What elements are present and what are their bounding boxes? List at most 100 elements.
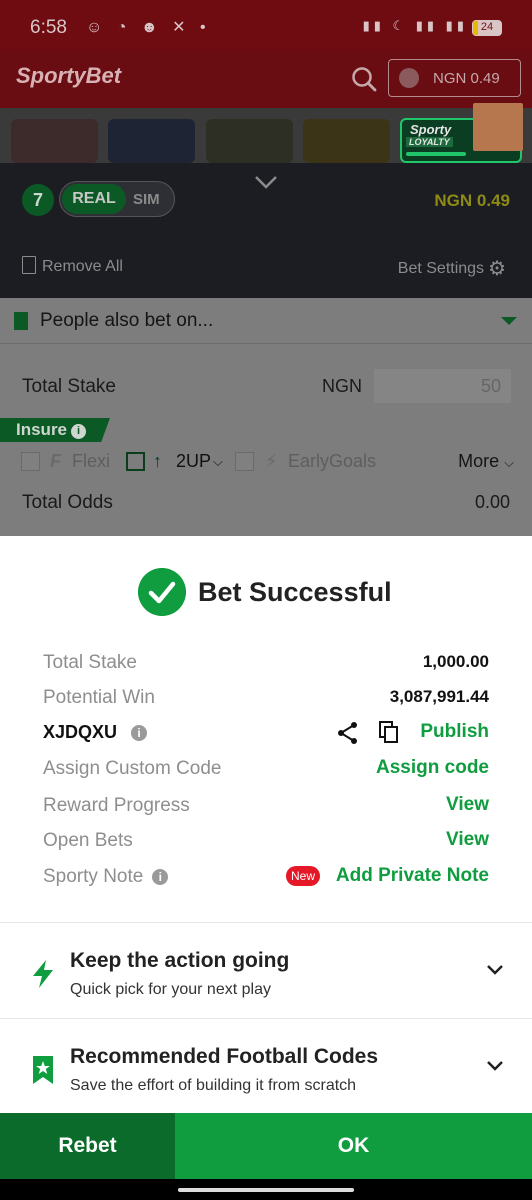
balance-button[interactable]: NGN 0.49 [388,59,521,97]
bet-options-row: F Flexi ↑ 2UP ⌵ ⚡ EarlyGoals More ⌵ [0,448,532,478]
assign-code-row: Assign Custom Code Assign code [0,754,532,784]
notification-icons: ☺ ◔ ☻ ✕ • [86,19,211,36]
total-stake-label: Total Stake [43,652,137,673]
info-icon[interactable]: i [71,424,87,439]
promo-tile[interactable] [303,119,390,163]
gear-icon: ⚙ [488,258,506,280]
bookmark-icon [14,312,28,330]
section-title: Keep the action going [70,949,290,972]
real-sim-toggle[interactable]: REAL SIM [59,181,175,217]
app-logo[interactable]: SportyBet [16,63,121,89]
flexi-checkbox[interactable] [21,452,40,471]
share-icon[interactable] [337,721,359,745]
chevron-down-icon[interactable] [253,172,279,192]
currency-label: NGN [322,376,362,396]
mode-real[interactable]: REAL [62,184,126,214]
insure-tag[interactable]: Insure i [0,418,110,442]
betslip-header: 7 REAL SIM NGN 0.49 Remove All Bet Setti… [0,163,532,298]
earlygoals-icon: ⚡ [265,451,278,471]
total-odds-label: Total Odds [22,492,113,513]
info-icon[interactable]: i [152,869,169,885]
add-private-note-button[interactable]: Add Private Note [336,865,489,887]
total-stake-value: 1,000.00 [422,652,489,671]
section-subtitle: Save the effort of building it from scra… [70,1077,357,1094]
home-handle[interactable] [178,1188,354,1192]
flexi-label: Flexi [72,451,111,471]
success-title: Bet Successful [198,577,392,607]
remove-all-button[interactable]: Remove All [22,256,123,276]
trash-icon [22,256,36,274]
open-bets-label: Open Bets [43,830,133,851]
2up-label: 2UP [176,451,212,471]
reward-progress-label: Reward Progress [43,795,190,816]
promo-tile[interactable] [11,119,98,163]
chevron-down-icon[interactable] [486,963,504,977]
avatar[interactable] [473,103,523,151]
caret-down-icon [501,317,517,325]
globe-icon [399,68,419,88]
potential-win-label: Potential Win [43,687,155,708]
status-time: 6:58 [30,17,67,38]
bet-settings-button[interactable]: Bet Settings ⚙ [398,256,506,281]
total-stake-row: Total Stake NGN [0,358,532,408]
new-badge: New [286,866,320,886]
promo-tile[interactable] [206,119,293,163]
people-also-bet-label: People also bet on... [40,310,214,331]
info-icon[interactable]: i [131,725,148,741]
check-circle-icon [138,568,186,616]
promo-tile[interactable] [108,119,195,163]
mode-sim[interactable]: SIM [133,191,160,208]
potential-win-value: 3,087,991.44 [389,687,489,706]
loyalty-title: Sporty [410,122,452,137]
total-odds-row: Total Odds 0.00 [0,488,532,522]
system-nav-bar [0,1179,532,1200]
balance-text: NGN 0.49 [433,70,500,87]
bet-success-sheet: Bet Successful Total Stake 1,000.00 Pote… [0,536,532,1114]
2up-icon: ↑ [153,451,162,471]
chevron-down-icon[interactable] [486,1059,504,1073]
battery-icon: 24 [472,20,502,36]
reward-progress-row: Reward Progress View [0,791,532,821]
total-stake-row: Total Stake 1,000.00 [0,648,532,678]
section-title: Recommended Football Codes [70,1045,379,1068]
recommended-codes-section[interactable]: Recommended Football Codes Save the effo… [0,1018,532,1114]
remove-all-label: Remove All [42,258,123,275]
status-bar: 6:58 ☺ ◔ ☻ ✕ • ▮▮ ☾ ▮▮ ▮▮ 24 [0,0,532,50]
section-subtitle: Quick pick for your next play [70,981,271,998]
insure-label: Insure [16,420,68,439]
reward-view-button[interactable]: View [446,794,489,816]
chevron-down-icon[interactable]: ⌵ [213,454,223,470]
publish-button[interactable]: Publish [420,721,489,743]
signal-icons: ▮▮ ☾ ▮▮ ▮▮ [362,18,468,33]
people-also-bet-bar[interactable]: People also bet on... [0,298,532,344]
copy-icon[interactable] [378,720,400,744]
selection-count-badge: 7 [22,184,54,216]
earlygoals-label: EarlyGoals [288,451,377,471]
rebet-button[interactable]: Rebet [0,1113,175,1179]
2up-checkbox[interactable] [126,452,145,471]
flexi-icon: F [50,451,61,471]
booking-code-row: XJDQXU i Publish [0,718,532,748]
ok-button[interactable]: OK [175,1113,532,1179]
potential-win-row: Potential Win 3,087,991.44 [0,683,532,713]
battery-level: 24 [480,21,494,33]
stake-input[interactable] [374,369,511,403]
app-header: SportyBet NGN 0.49 [0,50,532,108]
bookmark-star-icon [33,1056,53,1084]
open-bets-view-button[interactable]: View [446,829,489,851]
open-bets-row: Open Bets View [0,826,532,856]
lightning-icon [33,960,53,988]
keep-action-section[interactable]: Keep the action going Quick pick for you… [0,922,532,1018]
total-odds-value: 0.00 [474,492,510,512]
more-options-button[interactable]: More ⌵ [458,451,514,472]
assign-code-button[interactable]: Assign code [376,757,489,779]
sporty-note-row: Sporty Note i New Add Private Note [0,862,532,892]
search-icon[interactable] [350,65,378,93]
loyalty-subtitle: LOYALTY [406,137,453,147]
bet-settings-label: Bet Settings [397,260,485,277]
chevron-down-icon: ⌵ [504,455,514,470]
loyalty-progress [406,152,466,156]
earlygoals-checkbox[interactable] [235,452,254,471]
betslip-body: People also bet on... Total Stake NGN In… [0,298,532,536]
more-label: More [458,451,500,471]
